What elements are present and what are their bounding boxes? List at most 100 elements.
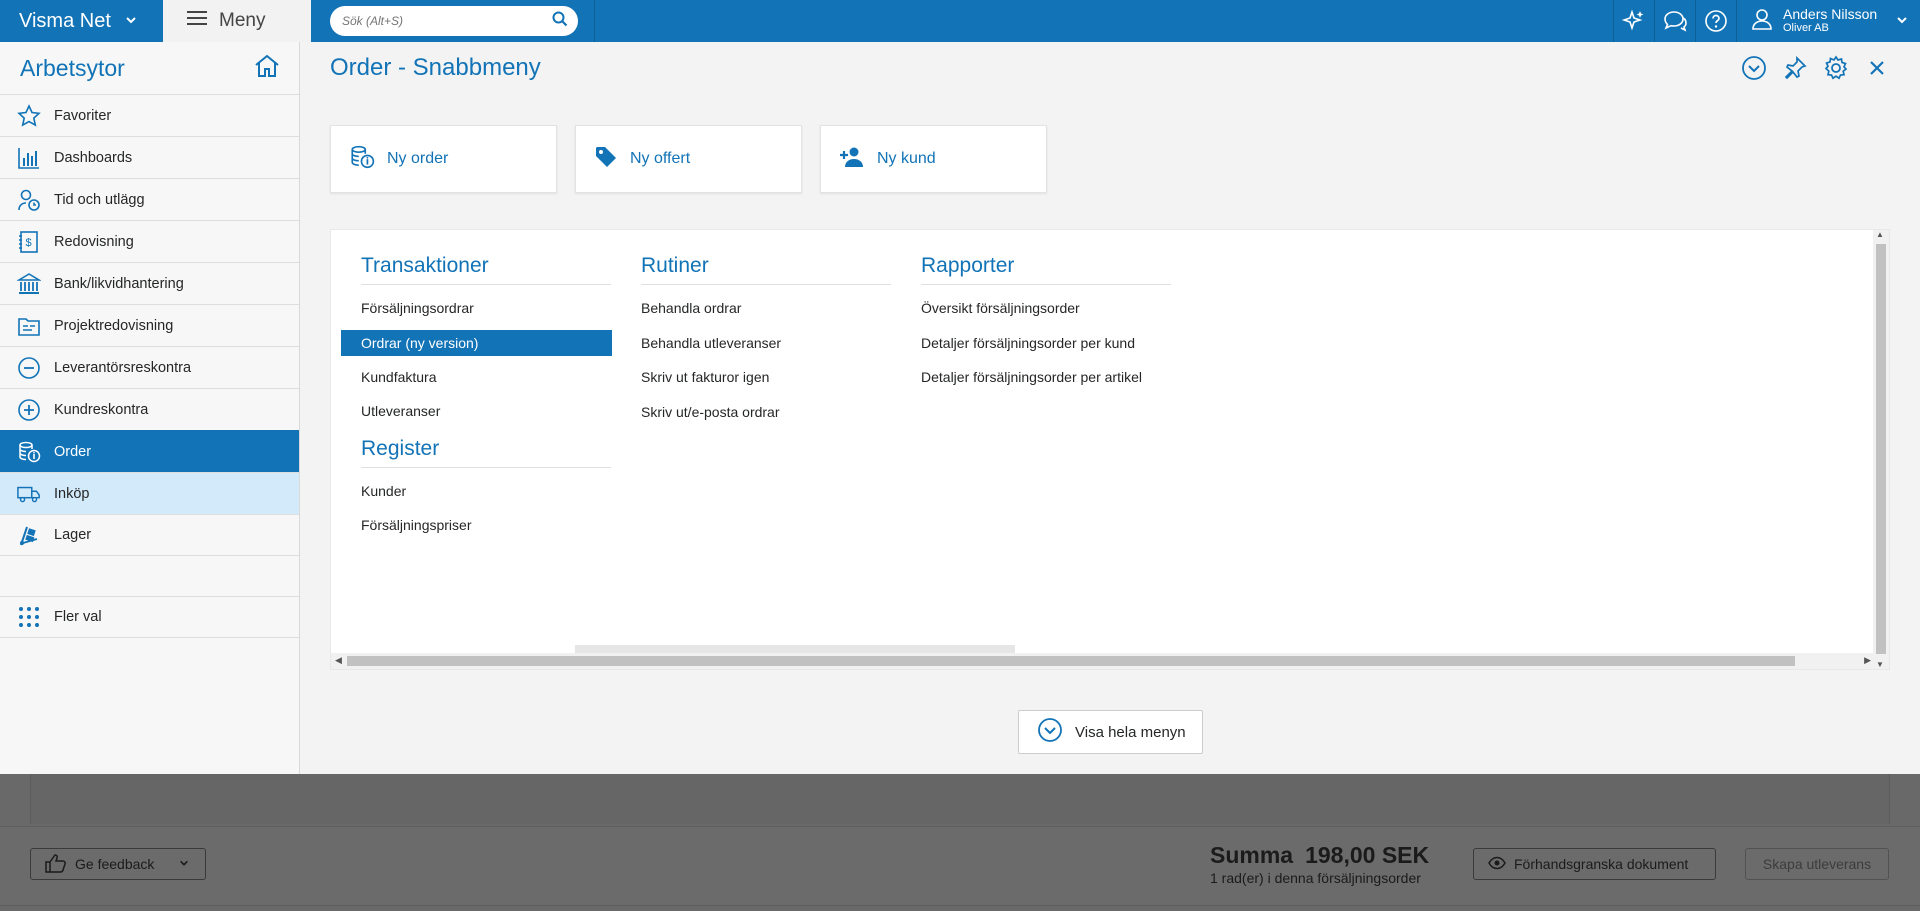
order-summary: Summa 198,00 SEK 1 rad(er) i denna försäl… (1210, 842, 1429, 886)
sidebar-item-lager[interactable]: Lager (0, 514, 299, 556)
create-shipment-button[interactable]: Skapa utleverans (1745, 848, 1889, 880)
brand-name: Visma Net (19, 9, 111, 32)
horizontal-scrollbar[interactable]: ◀ ▶ (331, 653, 1875, 669)
bank-icon (17, 272, 41, 296)
scroll-up-arrow[interactable]: ▲ (1876, 230, 1884, 239)
column-rapporter: Rapporter Översikt försäljningsorder Det… (921, 254, 1171, 399)
chat-icon[interactable] (1654, 0, 1695, 42)
plus-circle-icon (17, 398, 41, 422)
sidebar-item-label: Lager (54, 527, 92, 543)
menu-link[interactable]: Skriv ut fakturor igen (641, 364, 891, 399)
inner-scroll-hint (575, 645, 1015, 653)
search-icon[interactable] (552, 11, 568, 32)
chevron-down-icon (125, 14, 137, 29)
scroll-down-arrow[interactable]: ▼ (1876, 660, 1884, 669)
help-icon[interactable] (1695, 0, 1736, 42)
sidebar-item-inkop[interactable]: Inköp (0, 472, 299, 514)
sidebar-item-order[interactable]: Order (0, 430, 299, 472)
order-icon (17, 440, 41, 464)
menu-link[interactable]: Behandla utleveranser (641, 330, 891, 365)
create-label: Skapa utleverans (1762, 856, 1872, 872)
user-name: Anders Nilsson (1783, 6, 1878, 22)
menu-link[interactable]: Skriv ut/e-posta ordrar (641, 399, 891, 434)
sidebar-item-bank[interactable]: Bank/likvidhantering (0, 262, 299, 304)
scroll-right-arrow[interactable]: ▶ (1864, 655, 1871, 666)
sidebar-item-label: Dashboards (54, 149, 133, 166)
sidebar-item-projektredovisning[interactable]: Projektredovisning (0, 304, 299, 346)
chevron-down-icon (1896, 14, 1908, 29)
star-icon (17, 103, 41, 128)
sidebar-item-kundreskontra[interactable]: Kundreskontra (0, 388, 299, 430)
menu-link[interactable]: Detaljer försäljningsorder per artikel (921, 364, 1171, 399)
quick-action-label: Ny offert (630, 150, 691, 167)
ai-assistant-icon[interactable] (1613, 0, 1654, 42)
sidebar-item-favoriter[interactable]: Favoriter (0, 94, 299, 136)
menu-link-selected[interactable]: Ordrar (ny version) (341, 329, 612, 356)
main-area: Order - Snabbmeny Ny order Ny offert Ny … (300, 42, 1920, 774)
quick-action-label: Ny kund (877, 150, 936, 167)
menu-link[interactable]: Försäljningspriser (361, 512, 611, 547)
user-menu[interactable]: Anders Nilsson Oliver AB (1736, 0, 1920, 42)
sum-line: Summa 198,00 SEK (1210, 842, 1429, 869)
eye-icon (1488, 856, 1506, 873)
search-area (311, 0, 595, 42)
column-rutiner: Rutiner Behandla ordrar Behandla utlever… (641, 254, 891, 433)
sidebar-item-redovisning[interactable]: $ Redovisning (0, 220, 299, 262)
svg-text:$: $ (26, 237, 32, 249)
header-actions (1740, 55, 1890, 82)
sum-value: 198,00 SEK (1305, 842, 1430, 868)
pin-icon[interactable] (1781, 55, 1808, 82)
new-customer-button[interactable]: Ny kund (820, 125, 1047, 193)
brand-switcher[interactable]: Visma Net (0, 0, 163, 42)
dimmed-content (30, 774, 1890, 824)
gear-icon[interactable] (1822, 55, 1849, 82)
show-full-menu-button[interactable]: Visa hela menyn (1018, 710, 1203, 754)
sidebar-title: Arbetsytor (20, 54, 125, 81)
vertical-scrollbar[interactable]: ▲ ▼ (1873, 230, 1889, 669)
thumbs-up-icon (45, 853, 67, 876)
sidebar-item-fler-val[interactable]: Fler val (0, 596, 299, 638)
sidebar-item-leverantorsreskontra[interactable]: Leverantörsreskontra (0, 346, 299, 388)
page-header: Order - Snabbmeny (300, 42, 1920, 94)
section-title: Register (361, 437, 611, 468)
sidebar-item-tid-och-utlagg[interactable]: Tid och utlägg (0, 178, 299, 220)
sidebar-item-label: Inköp (54, 485, 90, 502)
new-order-icon (349, 144, 375, 175)
search-input[interactable] (342, 14, 552, 28)
home-icon[interactable] (253, 53, 281, 84)
sidebar-item-label: Fler val (54, 609, 102, 625)
preview-document-button[interactable]: Förhandsgranska dokument (1473, 848, 1716, 880)
menu-link[interactable]: Utleveranser (361, 398, 611, 433)
section-title: Transaktioner (361, 254, 611, 285)
menu-link[interactable]: Översikt försäljningsorder (921, 295, 1171, 330)
menu-link[interactable]: Försäljningsordrar (361, 295, 611, 330)
menu-link[interactable]: Kunder (361, 478, 611, 513)
close-icon[interactable] (1863, 55, 1890, 82)
quick-actions: Ny order Ny offert Ny kund (330, 125, 1047, 193)
scroll-thumb[interactable] (1876, 244, 1886, 654)
menu-link[interactable]: Detaljer försäljningsorder per kund (921, 330, 1171, 365)
sidebar-item-label: Bank/likvidhantering (54, 275, 184, 292)
feedback-button[interactable]: Ge feedback (30, 848, 206, 880)
menu-link[interactable]: Behandla ordrar (641, 295, 891, 330)
bar-chart-icon (17, 146, 41, 170)
scroll-thumb[interactable] (347, 656, 1795, 666)
hand-truck-icon (17, 523, 41, 547)
sidebar-header: Arbetsytor (0, 42, 299, 94)
sidebar: Arbetsytor Favoriter Dashboards Tid och … (0, 42, 300, 774)
scroll-left-arrow[interactable]: ◀ (335, 655, 342, 666)
new-quote-button[interactable]: Ny offert (575, 125, 802, 193)
column-transaktioner: Transaktioner Försäljningsordrar Ordrar … (341, 254, 612, 547)
user-icon (1751, 7, 1773, 36)
grid-icon (17, 605, 41, 629)
menu-button[interactable]: Meny (163, 0, 311, 42)
sidebar-item-dashboards[interactable]: Dashboards (0, 136, 299, 178)
quick-menu-panel: Transaktioner Försäljningsordrar Ordrar … (330, 229, 1890, 670)
chevron-circle-down-icon[interactable] (1740, 55, 1767, 82)
show-full-menu-label: Visa hela menyn (1075, 723, 1186, 741)
section-title: Rutiner (641, 254, 891, 285)
page-title: Order - Snabbmeny (330, 54, 541, 81)
menu-link[interactable]: Kundfaktura (361, 364, 611, 399)
new-order-button[interactable]: Ny order (330, 125, 557, 193)
